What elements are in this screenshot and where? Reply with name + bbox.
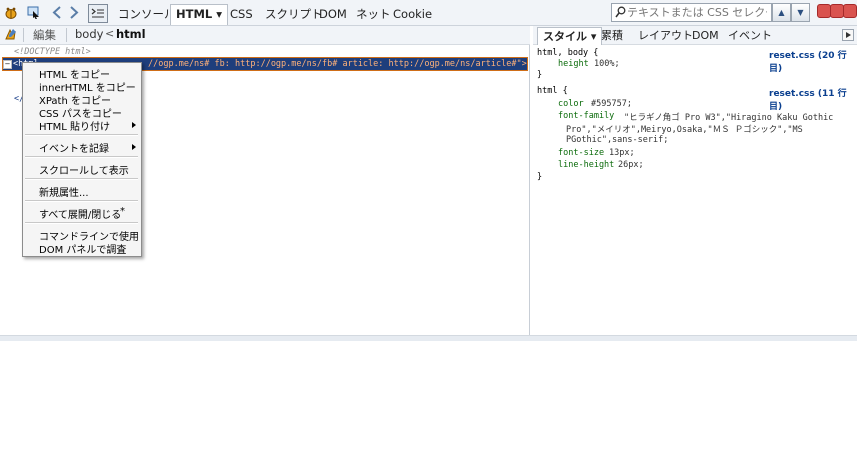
search-icon — [615, 6, 626, 21]
tab-dom[interactable]: DOM — [314, 5, 352, 23]
tab-css[interactable]: CSS — [225, 5, 258, 23]
menu-item-new-attribute[interactable]: 新規属性... — [39, 184, 89, 199]
tab-computed[interactable]: 累積 — [596, 27, 628, 44]
css-property-name[interactable]: font-size — [558, 148, 604, 158]
side-panel-tabs: スタイル ▾ 累積 レイアウト DOM イベント — [533, 26, 857, 45]
css-property-name[interactable]: font-family — [558, 111, 614, 121]
menu-separator — [25, 178, 138, 180]
back-icon[interactable] — [50, 5, 62, 20]
toolbar-divider — [23, 28, 24, 42]
css-property-value[interactable]: PGothic",sans-serif; — [566, 135, 668, 145]
css-property-value[interactable]: 100%; — [594, 59, 620, 69]
css-rule-close: } — [537, 70, 543, 80]
toolbar-divider — [66, 28, 67, 42]
style-pane: html, body { reset.css (20 行目) height 10… — [534, 45, 857, 335]
menu-shortcut-label: * — [120, 206, 125, 217]
css-selector: html, body { — [537, 48, 599, 58]
menu-separator — [25, 222, 138, 224]
css-property-value[interactable]: 26px; — [618, 160, 644, 170]
tab-style[interactable]: スタイル ▾ — [537, 27, 603, 45]
css-property-value[interactable]: Pro","メイリオ",Meiryo,Osaka,"ＭＳ Ｐゴシック","MS — [566, 123, 803, 135]
submenu-arrow-icon — [132, 122, 136, 128]
menu-item-expand-collapse[interactable]: すべて展開/閉じる — [39, 206, 121, 221]
css-property-name[interactable]: color — [558, 99, 584, 109]
html-attributes: //ogp.me/ns# fb: http://ogp.me/ns/fb# ar… — [148, 59, 527, 69]
close-icon[interactable] — [843, 4, 857, 18]
menu-item-scroll-into-view[interactable]: スクロールして表示 — [39, 162, 129, 177]
css-property-name[interactable]: height — [558, 59, 589, 69]
firebug-bug-icon[interactable] — [3, 5, 19, 20]
menu-separator — [25, 200, 138, 202]
html-panel-toolbar: 編集 body < html — [0, 26, 530, 45]
submenu-arrow-icon — [132, 144, 136, 150]
side-panel-menu-icon[interactable] — [842, 29, 854, 41]
css-property-value[interactable]: 13px; — [609, 148, 635, 158]
search-prev-button[interactable]: ▲ — [772, 3, 791, 22]
css-rule-close: } — [537, 172, 543, 182]
minimize-icon[interactable] — [817, 4, 831, 18]
collapse-toggle-icon[interactable]: − — [3, 60, 12, 69]
tab-events[interactable]: イベント — [723, 27, 777, 44]
detach-icon[interactable] — [830, 4, 844, 18]
chevron-up-icon: ▲ — [778, 8, 785, 17]
tab-side-dom[interactable]: DOM — [687, 27, 724, 44]
tab-html[interactable]: HTML ▾ — [170, 4, 229, 25]
context-menu: HTML をコピー innerHTML をコピー XPath をコピー CSS … — [22, 62, 142, 257]
doctype-node: <!DOCTYPE html> — [14, 47, 91, 57]
css-source-link[interactable]: reset.css (20 行目) — [769, 48, 857, 74]
css-selector: html { — [537, 86, 568, 96]
chevron-down-icon: ▼ — [797, 8, 804, 17]
tab-cookie[interactable]: Cookie — [388, 5, 437, 23]
menu-item-log-events[interactable]: イベントを記録 — [39, 140, 109, 155]
css-property-name[interactable]: line-height — [558, 160, 614, 170]
css-property-value[interactable]: "ヒラギノ角ゴ Pro W3","Hiragino Kaku Gothic — [624, 111, 833, 123]
breadcrumb-separator: < — [105, 27, 115, 40]
breadcrumb-body[interactable]: body — [75, 27, 103, 41]
search-box — [611, 3, 772, 22]
inspect-element-icon[interactable] — [26, 5, 40, 20]
menu-item-paste-html[interactable]: HTML 貼り付け — [39, 118, 110, 133]
search-next-button[interactable]: ▼ — [791, 3, 810, 22]
command-editor-icon[interactable] — [88, 4, 108, 23]
search-input[interactable] — [627, 5, 767, 20]
firebug-toolbar: コンソール HTML ▾ CSS スクリプト DOM ネット Cookie ▲ … — [0, 0, 857, 26]
panel-bottom-border — [0, 335, 857, 341]
breadcrumb-html[interactable]: html — [116, 27, 146, 41]
forward-icon[interactable] — [68, 5, 80, 20]
edit-button[interactable]: 編集 — [33, 27, 56, 43]
firebug-menu-icon[interactable] — [4, 28, 17, 44]
menu-item-inspect-in-dom[interactable]: DOM パネルで調査 — [39, 241, 126, 256]
css-property-value[interactable]: #595757; — [591, 99, 632, 109]
menu-separator — [25, 134, 138, 136]
css-source-link[interactable]: reset.css (11 行目) — [769, 86, 857, 112]
menu-separator — [25, 156, 138, 158]
